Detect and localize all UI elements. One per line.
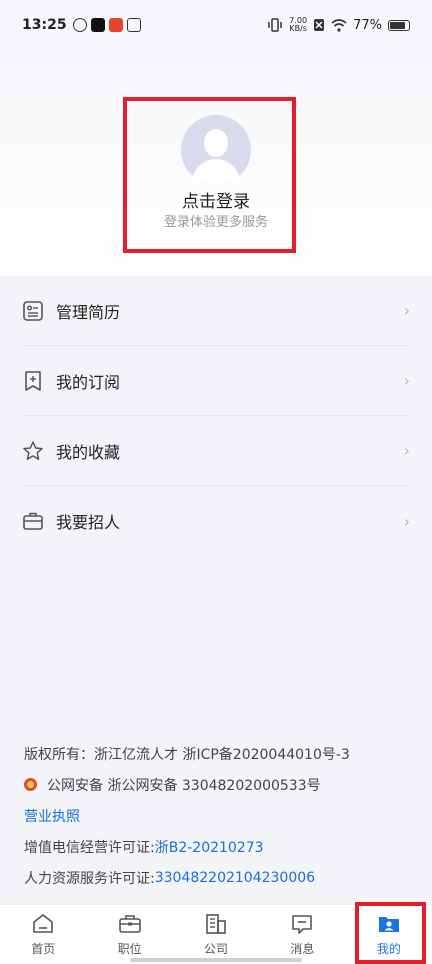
login-subtitle: 登录体验更多服务 xyxy=(163,215,268,230)
menu-item-label: 我的收藏 xyxy=(56,442,121,462)
chevron-right-icon: › xyxy=(403,301,410,320)
menu-item-my-subscriptions[interactable]: 我的订阅 › xyxy=(22,346,410,416)
network-speed: 7.00 KB/s xyxy=(289,17,307,33)
police-record-line[interactable]: 公网安备 浙公网安备 33048202000533号 xyxy=(24,769,414,800)
battery-percent: 77% xyxy=(353,17,382,33)
message-icon xyxy=(292,915,313,934)
copyright-line: 版权所有：浙江亿流人才 浙ICP备2020044010号-3 xyxy=(24,746,350,763)
wifi-icon xyxy=(331,18,347,32)
menu-item-my-favorites[interactable]: 我的收藏 › xyxy=(22,416,410,486)
menu-list: 管理简历 › 我的订阅 › 我的收藏 › 我要招人 › xyxy=(0,276,432,556)
tab-company[interactable]: 公司 xyxy=(173,905,259,964)
menu-item-label: 我的订阅 xyxy=(56,372,121,392)
tab-home[interactable]: 首页 xyxy=(0,905,86,964)
police-record-text: 公网安备 浙公网安备 33048202000533号 xyxy=(47,777,321,794)
battery-icon xyxy=(388,19,410,31)
business-license-line[interactable]: 营业执照 xyxy=(24,800,414,831)
tab-mine-highlight-box xyxy=(355,902,426,964)
telecom-license-line: 增值电信经营许可证: 浙B2-20210273 xyxy=(24,831,414,862)
avatar-head xyxy=(204,129,228,157)
telecom-license-label: 增值电信经营许可证: xyxy=(24,839,155,856)
footer-info: 版权所有：浙江亿流人才 浙ICP备2020044010号-3 公网安备 浙公网安… xyxy=(24,738,414,893)
app-red-icon xyxy=(108,18,123,32)
tab-label: 公司 xyxy=(204,942,229,956)
business-license-link[interactable]: 营业执照 xyxy=(24,806,80,826)
tiktok-icon xyxy=(90,18,105,32)
vibrate-icon xyxy=(268,18,283,32)
menu-item-manage-resume[interactable]: 管理简历 › xyxy=(22,276,410,346)
menu-item-hire[interactable]: 我要招人 › xyxy=(22,486,410,556)
tab-jobs[interactable]: 职位 xyxy=(86,905,172,964)
avatar[interactable] xyxy=(181,115,251,185)
resume-icon xyxy=(23,300,43,321)
profile-header: 点击登录 登录体验更多服务 xyxy=(0,50,432,276)
hr-license-line: 人力资源服务许可证: 330482202104230006 xyxy=(24,862,414,893)
chevron-right-icon: › xyxy=(403,441,410,460)
app-notification-icon xyxy=(72,18,87,32)
tab-label: 消息 xyxy=(290,942,315,956)
notification-icons xyxy=(72,18,141,32)
login-title[interactable]: 点击登录 xyxy=(0,187,432,212)
hr-license-link[interactable]: 330482202104230006 xyxy=(155,870,315,886)
tab-label: 职位 xyxy=(117,942,142,956)
avatar-body xyxy=(192,159,240,185)
chevron-right-icon: › xyxy=(403,371,410,390)
briefcase-icon xyxy=(23,512,43,530)
star-icon xyxy=(23,440,43,460)
status-bar: 13:25 7.00 KB/s 77% xyxy=(0,0,432,50)
tab-label: 首页 xyxy=(31,942,56,956)
status-time: 13:25 xyxy=(22,17,67,33)
no-sim-icon xyxy=(314,19,325,31)
menu-item-label: 管理简历 xyxy=(56,302,121,322)
telecom-license-link[interactable]: 浙B2-20210273 xyxy=(155,837,264,857)
briefcase-icon xyxy=(118,915,141,933)
menu-item-label: 我要招人 xyxy=(56,513,121,532)
home-indicator[interactable] xyxy=(130,958,302,962)
app-box-icon xyxy=(126,18,141,32)
chevron-right-icon: › xyxy=(403,511,410,531)
building-icon xyxy=(206,914,226,934)
police-badge-icon xyxy=(24,778,37,791)
subscription-bookmark-icon xyxy=(25,370,41,391)
home-icon xyxy=(33,914,54,933)
network-speed-unit: KB/s xyxy=(289,24,307,33)
tab-messages[interactable]: 消息 xyxy=(259,905,345,964)
hr-license-label: 人力资源服务许可证: xyxy=(24,870,155,887)
